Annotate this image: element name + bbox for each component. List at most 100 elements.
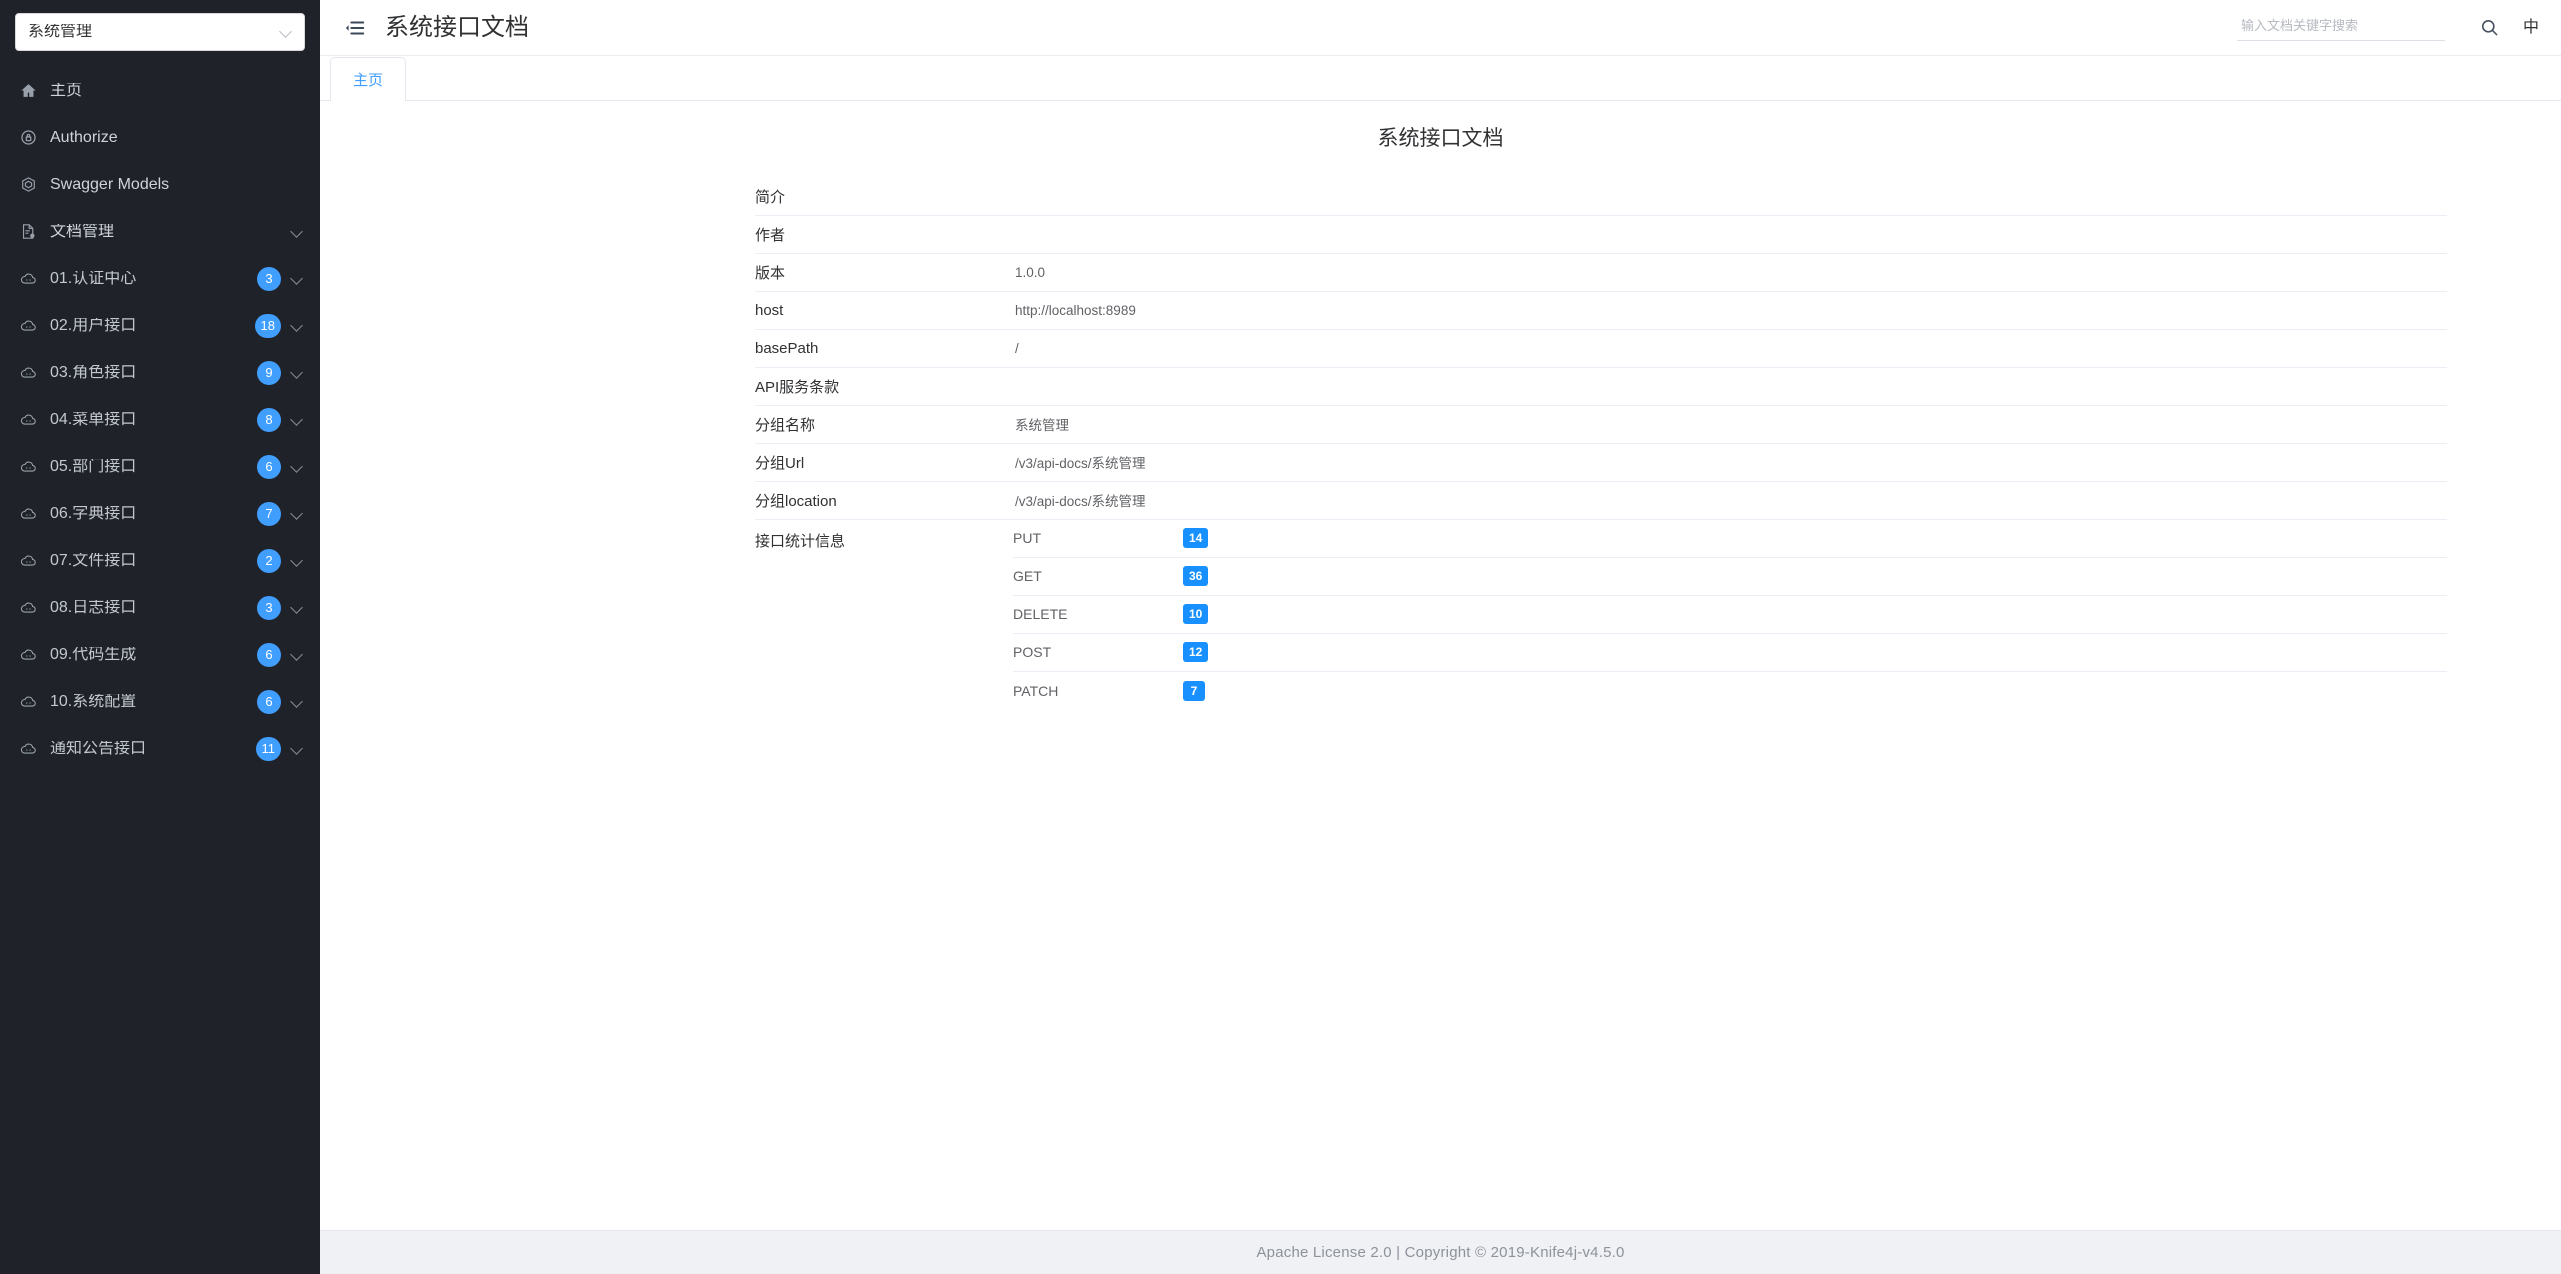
stat-row: DELETE 10 (1013, 596, 2447, 634)
sidebar-item-label: 08.日志接口 (50, 599, 137, 616)
stat-method-name: GET (1013, 568, 1042, 585)
table-row: 分组Url/v3/api-docs/系统管理 (755, 443, 2447, 482)
footer: Apache License 2.0 | Copyright © 2019-Kn… (320, 1230, 2561, 1274)
sidebar-item-badge: 6 (257, 689, 281, 714)
service-group-select[interactable]: 系统管理 (15, 13, 305, 51)
chevron-down-icon[interactable] (290, 225, 304, 239)
search-icon[interactable] (2475, 13, 2505, 43)
chevron-down-icon[interactable] (290, 742, 304, 756)
row-value: 1.0.0 (1013, 253, 2447, 292)
sidebar-item-10-系统配置[interactable]: 10.系统配置 6 (0, 678, 320, 725)
sidebar-item-通知公告接口[interactable]: 通知公告接口 11 (0, 725, 320, 772)
language-toggle[interactable]: 中 (2523, 19, 2539, 36)
tab-主页[interactable]: 主页 (330, 57, 407, 101)
sidebar-item-label: 07.文件接口 (50, 552, 137, 569)
page-title: 系统接口文档 (385, 13, 529, 41)
stat-count-badge: 10 (1183, 604, 1209, 625)
sidebar-item-authorize[interactable]: Authorize (0, 114, 320, 161)
sidebar-item-badge: 6 (257, 454, 281, 479)
sidebar-item-label: 05.部门接口 (50, 458, 137, 475)
menu-fold-icon[interactable] (338, 11, 372, 45)
row-label: 分组名称 (755, 405, 1013, 444)
row-label: 作者 (755, 215, 1013, 254)
sidebar-item-label: 06.字典接口 (50, 505, 137, 522)
row-value: /v3/api-docs/系统管理 (1013, 481, 2447, 520)
stat-method-name: PUT (1013, 530, 1041, 547)
cloud-icon (17, 409, 39, 431)
doc-settings-icon (17, 221, 39, 243)
cloud-icon (17, 738, 39, 760)
row-label: API服务条款 (755, 367, 1013, 406)
search-input[interactable] (2238, 17, 2443, 34)
chevron-down-icon[interactable] (290, 413, 304, 427)
sidebar-item-swagger-models[interactable]: Swagger Models (0, 161, 320, 208)
cloud-icon (17, 691, 39, 713)
group-select-wrapper: 系统管理 (0, 0, 320, 51)
chevron-down-icon[interactable] (290, 460, 304, 474)
header-actions: 中 (2236, 13, 2539, 43)
table-row: 作者 (755, 215, 2447, 254)
chevron-down-icon[interactable] (290, 695, 304, 709)
stats-list: PUT 14 GET 36 DELETE 10 POST 12 PATCH 7 (1013, 519, 2447, 710)
sidebar-item-01-认证中心[interactable]: 01.认证中心 3 (0, 255, 320, 302)
sidebar-item-label: 主页 (50, 82, 83, 99)
sidebar-item-label: 10.系统配置 (50, 693, 137, 710)
search-box[interactable] (2236, 14, 2445, 41)
sidebar-item-badge: 9 (257, 360, 281, 385)
chevron-down-icon[interactable] (290, 648, 304, 662)
chevron-down-icon[interactable] (290, 601, 304, 615)
sidebar-item-label: 通知公告接口 (50, 740, 147, 757)
document-title: 系统接口文档 (1377, 127, 1504, 150)
row-label: 分组location (755, 481, 1013, 520)
sidebar-item-badge: 3 (257, 266, 281, 291)
sidebar-item-06-字典接口[interactable]: 06.字典接口 7 (0, 490, 320, 537)
stat-row: POST 12 (1013, 634, 2447, 672)
stat-count-badge: 12 (1183, 642, 1209, 663)
sidebar: 系统管理 主页 Authorize Swagger Models 文档管理 01.认证中… (0, 0, 320, 1274)
stat-count-badge: 7 (1183, 680, 1205, 701)
sidebar-item-07-文件接口[interactable]: 07.文件接口 2 (0, 537, 320, 584)
stat-row: PUT 14 (1013, 520, 2447, 558)
sidebar-item-09-代码生成[interactable]: 09.代码生成 6 (0, 631, 320, 678)
stat-method-name: DELETE (1013, 606, 1068, 623)
cloud-icon (17, 597, 39, 619)
sidebar-item-08-日志接口[interactable]: 08.日志接口 3 (0, 584, 320, 631)
sidebar-item-label: 01.认证中心 (50, 270, 137, 287)
chevron-down-icon[interactable] (290, 272, 304, 286)
lock-icon (17, 127, 39, 149)
row-label: 简介 (755, 177, 1013, 216)
sidebar-item-badge: 11 (255, 736, 281, 761)
stats-label: 接口统计信息 (755, 532, 846, 550)
row-label: basePath (755, 329, 1013, 368)
chevron-down-icon[interactable] (290, 319, 304, 333)
stat-row: PATCH 7 (1013, 672, 2447, 710)
sidebar-item-badge: 3 (257, 595, 281, 620)
stat-method-name: PATCH (1013, 682, 1059, 699)
stat-method-name: POST (1013, 644, 1052, 661)
stat-row: GET 36 (1013, 558, 2447, 596)
sidebar-item-主页[interactable]: 主页 (0, 67, 320, 114)
chevron-down-icon[interactable] (290, 507, 304, 521)
tab-label: 主页 (353, 72, 384, 89)
chevron-down-icon[interactable] (290, 366, 304, 380)
chevron-down-icon (280, 26, 292, 38)
chevron-down-icon[interactable] (290, 554, 304, 568)
content-area: 系统接口文档 简介 作者 版本 1.0.0 host http://localhost:8… (320, 101, 2561, 1230)
sidebar-item-badge: 7 (257, 501, 281, 526)
sidebar-item-badge: 18 (254, 313, 281, 338)
tab-bar: 主页 (320, 56, 2561, 101)
sidebar-item-文档管理[interactable]: 文档管理 (0, 208, 320, 255)
cloud-icon (17, 503, 39, 525)
sidebar-item-02-用户接口[interactable]: 02.用户接口 18 (0, 302, 320, 349)
home-icon (17, 80, 39, 102)
stat-count-badge: 36 (1183, 566, 1209, 587)
sidebar-item-label: 文档管理 (50, 223, 115, 240)
cloud-icon (17, 550, 39, 572)
table-row-stats: 接口统计信息 PUT 14 GET 36 DELETE 10 POST 12 PATCH 7 (755, 519, 2447, 710)
cloud-icon (17, 456, 39, 478)
sidebar-item-04-菜单接口[interactable]: 04.菜单接口 8 (0, 396, 320, 443)
sidebar-item-03-角色接口[interactable]: 03.角色接口 9 (0, 349, 320, 396)
sidebar-item-label: Authorize (50, 129, 118, 146)
sidebar-item-05-部门接口[interactable]: 05.部门接口 6 (0, 443, 320, 490)
api-info-table: 简介 作者 版本 1.0.0 host http://localhost:8989 base… (755, 177, 2447, 710)
